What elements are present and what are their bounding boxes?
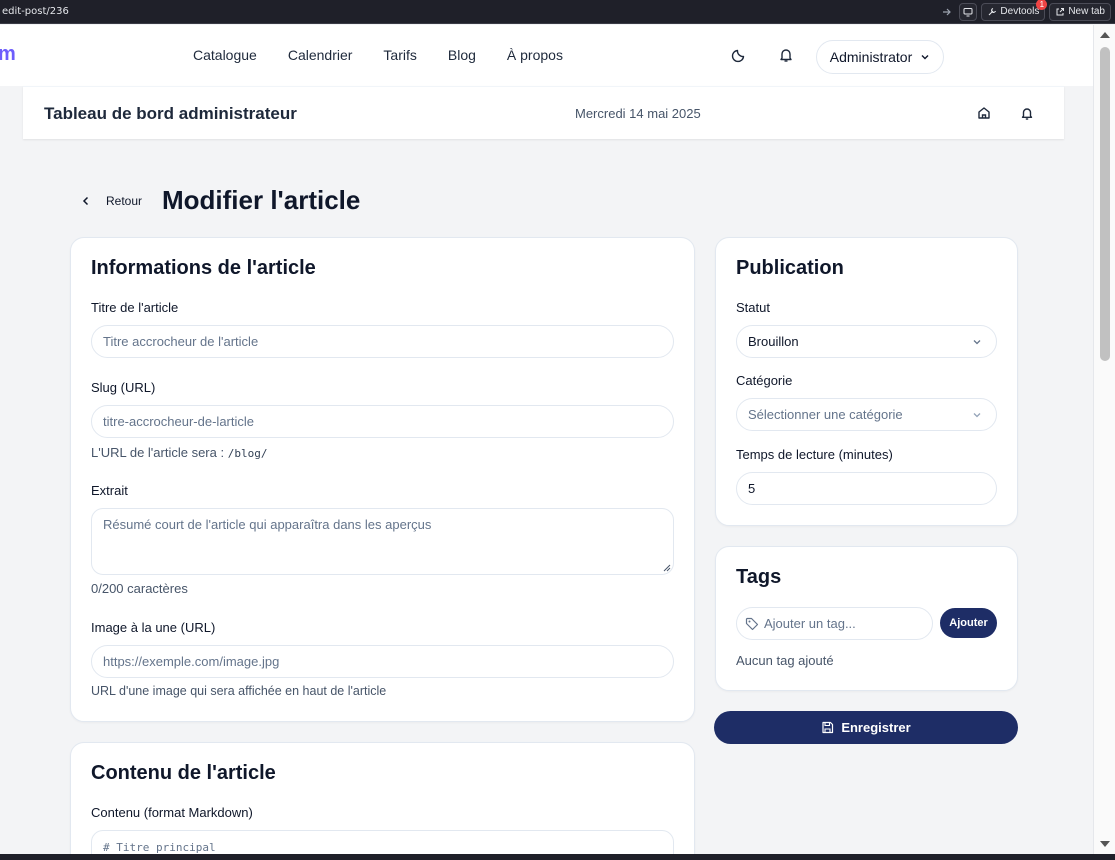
devtools-label: Devtools — [1000, 6, 1040, 17]
content-textarea[interactable]: # Titre principal — [91, 830, 674, 854]
scroll-up-icon[interactable] — [1100, 32, 1110, 38]
nav-link-calendrier[interactable]: Calendrier — [288, 47, 353, 63]
devtools-badge: 1 — [1036, 0, 1048, 10]
content-label: Contenu (format Markdown) — [91, 805, 253, 820]
content-placeholder: # Titre principal — [103, 841, 216, 854]
excerpt-textarea[interactable]: Résumé court de l'article qui apparaîtra… — [91, 508, 674, 575]
site-navbar: m Catalogue Calendrier Tarifs Blog À pro… — [0, 25, 1093, 86]
title-input[interactable]: Titre accrocheur de l'article — [91, 325, 674, 358]
brand-logo[interactable]: m — [0, 43, 16, 66]
category-label: Catégorie — [736, 373, 793, 388]
user-menu-button[interactable]: Administrator — [816, 40, 944, 74]
image-help: URL d'une image qui sera affichée en hau… — [91, 684, 387, 698]
window-bottom-edge — [0, 854, 1115, 860]
save-icon — [822, 721, 834, 734]
page-title: Modifier l'article — [162, 185, 361, 215]
chevron-down-icon — [921, 55, 929, 60]
moon-icon[interactable] — [730, 46, 748, 64]
chevron-left-icon — [82, 196, 89, 206]
wrench-icon — [989, 7, 997, 15]
publication-card: Publication Statut Brouillon Catégorie S… — [715, 237, 1018, 526]
save-button[interactable]: Enregistrer — [714, 711, 1018, 744]
title-label: Titre de l'article — [91, 300, 179, 315]
slug-help-text: L'URL de l'article sera : — [91, 445, 225, 460]
tag-icon — [745, 617, 759, 631]
image-label: Image à la une (URL) — [91, 620, 216, 635]
reading-time-label: Temps de lecture (minutes) — [736, 447, 893, 462]
home-icon[interactable] — [976, 105, 992, 121]
excerpt-label: Extrait — [91, 483, 128, 498]
nav-link-blog[interactable]: Blog — [448, 47, 476, 63]
nav-link-a-propos[interactable]: À propos — [507, 47, 563, 63]
slug-prefix: /blog/ — [227, 447, 268, 460]
monitor-icon — [963, 7, 973, 16]
scroll-thumb[interactable] — [1100, 47, 1110, 361]
address-bar[interactable]: edit-post/236 — [0, 6, 939, 17]
devtools-button[interactable]: Devtools 1 — [981, 0, 1048, 21]
new-tab-label: New tab — [1068, 6, 1105, 17]
arrow-right-icon[interactable] — [939, 4, 955, 20]
page-viewport: m Catalogue Calendrier Tarifs Blog À pro… — [0, 25, 1093, 854]
category-placeholder: Sélectionner une catégorie — [748, 407, 903, 422]
scroll-down-icon[interactable] — [1100, 841, 1110, 847]
dashboard-header: Tableau de bord administrateur Mercredi … — [23, 86, 1064, 139]
tag-placeholder: Ajouter un tag... — [764, 616, 856, 631]
add-tag-button[interactable]: Ajouter — [940, 608, 997, 638]
status-select[interactable]: Brouillon — [736, 325, 997, 358]
category-select[interactable]: Sélectionner une catégorie — [736, 398, 997, 431]
dashboard-date: Mercredi 14 mai 2025 — [575, 106, 701, 121]
save-label: Enregistrer — [841, 720, 911, 735]
chevron-down-icon — [973, 340, 981, 345]
excerpt-placeholder: Résumé court de l'article qui apparaîtra… — [103, 517, 432, 532]
back-label: Retour — [106, 194, 143, 208]
tags-empty-text: Aucun tag ajouté — [736, 653, 834, 668]
image-url-input[interactable]: https://exemple.com/image.jpg — [91, 645, 674, 678]
screen-button[interactable] — [959, 2, 978, 21]
bell-icon[interactable] — [777, 46, 795, 64]
bell-icon[interactable] — [1019, 105, 1035, 121]
new-tab-button[interactable]: New tab — [1049, 2, 1111, 21]
nav-link-tarifs[interactable]: Tarifs — [383, 47, 416, 63]
resize-handle-icon — [663, 564, 671, 572]
status-value: Brouillon — [748, 334, 799, 349]
card-heading: Informations de l'article — [91, 257, 316, 279]
user-menu-label: Administrator — [829, 49, 913, 65]
tags-card: Tags Ajouter un tag... Ajouter Aucun tag… — [715, 546, 1018, 691]
slug-help: L'URL de l'article sera : /blog/ — [91, 445, 267, 460]
dashboard-title: Tableau de bord administrateur — [44, 104, 297, 123]
main-nav: Catalogue Calendrier Tarifs Blog À propo… — [193, 47, 594, 63]
chevron-down-icon — [973, 413, 981, 418]
external-link-icon — [1056, 7, 1065, 15]
article-content-card: Contenu de l'article Contenu (format Mar… — [70, 742, 695, 854]
card-heading: Tags — [736, 566, 782, 588]
slug-label: Slug (URL) — [91, 380, 156, 395]
vertical-scrollbar[interactable] — [1093, 25, 1115, 854]
reading-time-input[interactable]: 5 — [736, 472, 997, 505]
status-label: Statut — [736, 300, 770, 315]
slug-input[interactable]: titre-accrocheur-de-larticle — [91, 405, 674, 438]
card-heading: Contenu de l'article — [91, 762, 276, 784]
nav-link-catalogue[interactable]: Catalogue — [193, 47, 257, 63]
back-link[interactable]: Retour — [80, 194, 142, 208]
excerpt-counter: 0/200 caractères — [91, 581, 188, 596]
browser-toolbar: edit-post/236 Devtools 1 New tab — [0, 0, 1115, 24]
article-info-card: Informations de l'article Titre de l'art… — [70, 237, 695, 722]
card-heading: Publication — [736, 257, 844, 279]
tag-input[interactable]: Ajouter un tag... — [736, 607, 933, 640]
